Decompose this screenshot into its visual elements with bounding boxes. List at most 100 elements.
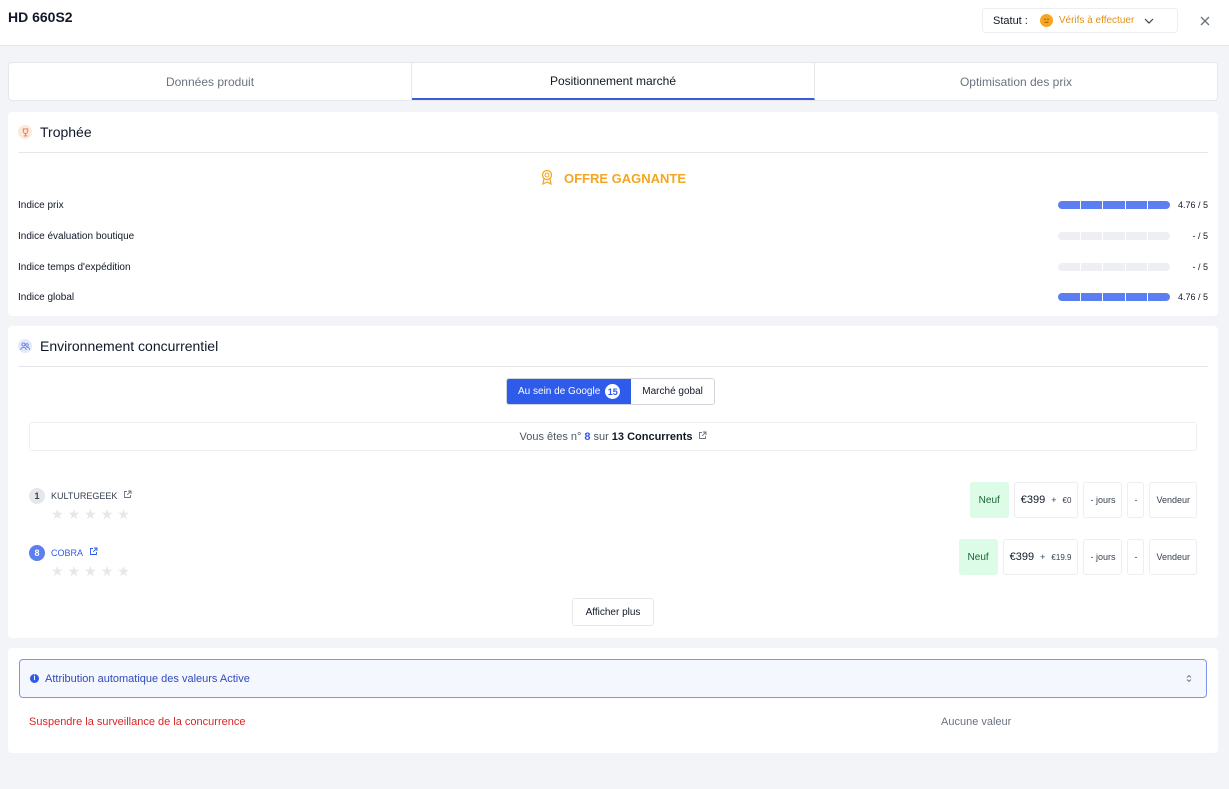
star-icon: ★: [117, 563, 130, 579]
winner-label: OFFRE GAGNANTE: [563, 171, 687, 186]
star-icon: ★: [67, 563, 81, 579]
index-row-evaluation: Indice évaluation boutique - / 5: [18, 228, 1208, 244]
star-icon: ★: [67, 506, 81, 522]
auto-attribution-text: Attribution automatique des valeurs Acti…: [45, 672, 250, 685]
delivery-delay: - jours: [1083, 539, 1123, 575]
index-bar: [1058, 232, 1170, 240]
index-label: Indice évaluation boutique: [18, 230, 135, 242]
seller-chip: Vendeur: [1149, 482, 1197, 518]
status-dropdown[interactable]: Statut : Vérifs à effectuer: [982, 8, 1178, 33]
external-link-icon[interactable]: [123, 490, 132, 501]
close-icon[interactable]: [1196, 12, 1214, 30]
rank-mid: sur: [593, 430, 609, 443]
star-icon: ★: [117, 506, 130, 522]
bar-segment: [1103, 201, 1125, 209]
index-label: Indice temps d'expédition: [18, 261, 131, 273]
external-link-icon[interactable]: [698, 431, 707, 443]
tab-bar: Données produit Positionnement marché Op…: [8, 62, 1218, 101]
dash-chip: -: [1127, 482, 1145, 518]
star-icon: ★: [84, 506, 97, 522]
info-icon: i: [30, 674, 39, 683]
delivery-delay: - jours: [1083, 482, 1123, 518]
rank-total: 13 Concurrents: [611, 430, 693, 443]
bar-segment: [1125, 201, 1148, 209]
bar-segment: [1125, 232, 1148, 240]
suspend-monitoring-link[interactable]: Suspendre la surveillance de la concurre…: [29, 716, 245, 728]
switch-google-button[interactable]: Au sein de Google 15: [507, 379, 632, 404]
index-bar: [1058, 293, 1170, 301]
competitor-offer: Neuf €399 + €19.9 - jours - Vendeur: [958, 539, 1197, 575]
rank-summary: Vous êtes n° 8 sur 13 Concurrents: [29, 422, 1197, 451]
external-link-icon[interactable]: [89, 547, 98, 558]
competition-title: Environnement concurrentiel: [40, 338, 219, 354]
shipping-cost: €19.9: [1051, 552, 1072, 562]
status-label: Statut :: [993, 14, 1028, 27]
competitor-row: 1 KULTUREGEEK ★ ★ ★ ★ ★ Neuf €399 + €0 - jou…: [29, 482, 1197, 522]
dash-chip: -: [1127, 539, 1145, 575]
seller-chip: Vendeur: [1149, 539, 1197, 575]
bar-segment: [1103, 263, 1125, 271]
bar-segment: [1103, 293, 1125, 301]
price-chip: €399 + €19.9: [1002, 539, 1079, 575]
condition-badge: Neuf: [958, 539, 998, 575]
trophy-card: Trophée OFFRE GAGNANTE Indice prix 4.76 …: [8, 112, 1218, 316]
chevron-down-icon: [1144, 15, 1154, 27]
tab-donnees-produit[interactable]: Données produit: [9, 63, 412, 100]
bar-segment: [1058, 263, 1080, 271]
tab-optimisation-prix[interactable]: Optimisation des prix: [815, 63, 1217, 100]
winner-banner: OFFRE GAGNANTE: [8, 169, 1218, 188]
award-ribbon-icon: [540, 169, 554, 188]
star-icon: ★: [51, 506, 64, 522]
competitor-name: KULTUREGEEK: [51, 490, 118, 501]
bar-segment: [1080, 293, 1103, 301]
offer-price: €399: [1020, 494, 1046, 506]
index-score: 4.76 / 5: [1177, 292, 1208, 302]
bar-segment: [1080, 232, 1103, 240]
status-value: Vérifs à effectuer: [1058, 15, 1135, 26]
index-score: - / 5: [1192, 231, 1208, 241]
bar-segment: [1058, 201, 1080, 209]
competition-card: Environnement concurrentiel Au sein de G…: [8, 326, 1218, 638]
competitor-offer: Neuf €399 + €0 - jours - Vendeur: [969, 482, 1197, 518]
rating-stars: ★ ★ ★ ★ ★: [51, 564, 130, 578]
bar-segment: [1125, 263, 1148, 271]
offer-price: €399: [1009, 551, 1035, 563]
competitor-rank: 1: [29, 488, 45, 504]
bar-segment: [1125, 293, 1148, 301]
index-bar: [1058, 263, 1170, 271]
switch-global-button[interactable]: Marché gobal: [631, 379, 714, 404]
updown-caret-icon: [1186, 672, 1192, 686]
auto-attribution-select[interactable]: i Attribution automatique des valeurs Ac…: [19, 659, 1207, 698]
bar-segment: [1148, 232, 1170, 240]
competitor-name-link[interactable]: KULTUREGEEK: [51, 490, 132, 501]
plus-sign: +: [1040, 552, 1046, 562]
star-icon: ★: [84, 563, 97, 579]
bar-segment: [1148, 201, 1170, 209]
emoji-neutral-icon: [1039, 14, 1053, 27]
trophy-title: Trophée: [40, 124, 92, 140]
competitor-name-link[interactable]: COBRA: [51, 547, 98, 558]
scope-switcher: Au sein de Google 15 Marché gobal: [506, 378, 715, 405]
tab-positionnement-marche[interactable]: Positionnement marché: [412, 63, 815, 100]
bar-segment: [1103, 232, 1125, 240]
competitor-row: 8 COBRA ★ ★ ★ ★ ★ Neuf €399 + €19.9 - jours …: [29, 539, 1197, 579]
trophy-header: Trophée: [18, 112, 1208, 153]
index-bar: [1058, 201, 1170, 209]
bar-segment: [1058, 232, 1080, 240]
show-more-button[interactable]: Afficher plus: [572, 598, 654, 626]
competition-header: Environnement concurrentiel: [18, 326, 1208, 367]
index-row-expedition: Indice temps d'expédition - / 5: [18, 259, 1208, 275]
switch-google-label: Au sein de Google: [518, 386, 601, 397]
star-icon: ★: [100, 563, 114, 579]
top-bar: HD 660S2 Statut : Vérifs à effectuer: [0, 0, 1229, 46]
rank-value: 8: [584, 430, 591, 443]
google-count-badge: 15: [605, 384, 621, 399]
index-row-global: Indice global 4.76 / 5: [18, 289, 1208, 305]
star-icon: ★: [100, 506, 114, 522]
index-score: - / 5: [1192, 262, 1208, 272]
index-row-prix: Indice prix 4.76 / 5: [18, 197, 1208, 213]
bar-segment: [1148, 293, 1170, 301]
index-label: Indice global: [18, 291, 75, 303]
bar-segment: [1148, 263, 1170, 271]
auto-attribution-card: i Attribution automatique des valeurs Ac…: [8, 648, 1218, 753]
